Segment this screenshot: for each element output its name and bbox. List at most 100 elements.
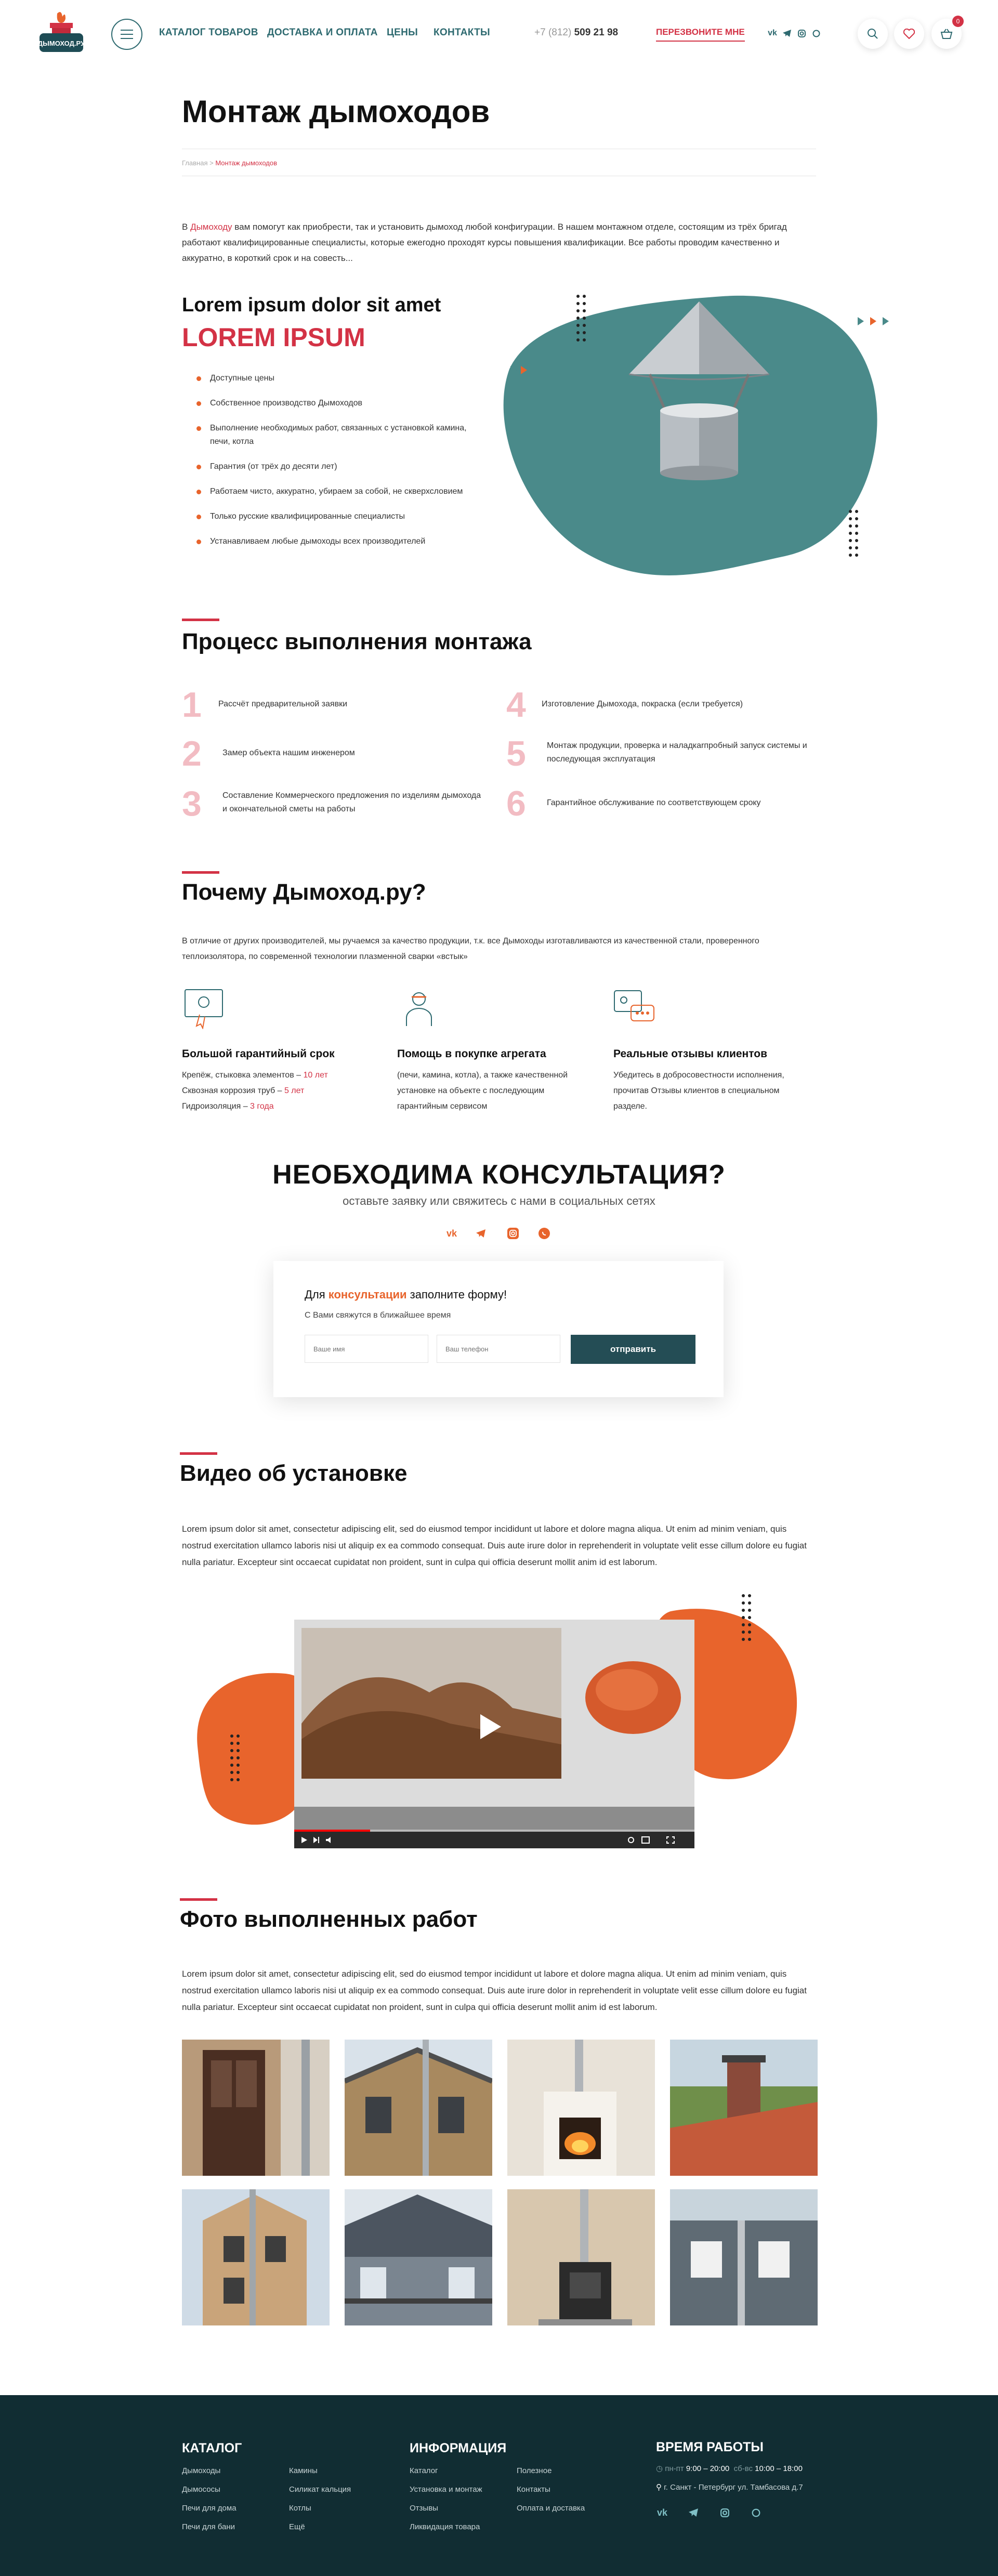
fullscreen-icon[interactable] xyxy=(666,1836,675,1844)
consult-title: НЕОБХОДИМА КОНСУЛЬТАЦИЯ? xyxy=(272,1160,726,1190)
feature-line: Крепёж, стыковка элементов – 10 лет xyxy=(182,1071,328,1080)
form-heading: Для консультации заполните форму! xyxy=(305,1288,507,1301)
footer-link[interactable]: Силикат кальция xyxy=(289,2480,351,2499)
phone-input[interactable] xyxy=(437,1335,560,1363)
hero-bullet-item: Работаем чисто, аккуратно, убираем за со… xyxy=(196,485,488,498)
video-player[interactable] xyxy=(294,1620,694,1848)
nav-delivery[interactable]: ДОСТАВКА И ОПЛАТА xyxy=(267,27,378,38)
footer-catalog-col2: Камины Силикат кальция Котлы Ещё xyxy=(289,2462,351,2536)
video-text: Lorem ipsum dolor sit amet, consectetur … xyxy=(182,1524,807,1567)
step-text: Составление Коммерческого предложения по… xyxy=(222,791,481,813)
vk-icon[interactable]: vk xyxy=(446,1228,457,1239)
gallery-photo[interactable] xyxy=(182,2040,330,2176)
hero-bullet-item: Устанавливаем любые дымоходы всех произв… xyxy=(196,535,488,548)
gallery-photo[interactable] xyxy=(507,2189,655,2325)
breadcrumb-current: Монтаж дымоходов xyxy=(215,159,278,167)
feature-title: Помощь в покупке агрегата xyxy=(397,1048,546,1060)
miniplayer-icon[interactable] xyxy=(641,1836,650,1844)
footer-link[interactable]: Котлы xyxy=(289,2499,351,2518)
whatsapp-icon[interactable] xyxy=(811,28,821,38)
footer-link[interactable]: Установка и монтаж xyxy=(410,2480,482,2499)
settings-icon[interactable] xyxy=(627,1836,635,1844)
hero-illustration xyxy=(503,295,889,575)
footer-link[interactable]: Печи для бани xyxy=(182,2518,237,2536)
section-accent-bar xyxy=(182,619,219,621)
whatsapp-icon[interactable] xyxy=(750,2506,762,2519)
telegram-icon[interactable] xyxy=(475,1228,487,1239)
footer-link[interactable]: Ещё xyxy=(289,2518,351,2536)
footer-link[interactable]: Камины xyxy=(289,2462,351,2480)
favorites-button[interactable] xyxy=(894,19,924,49)
feature-title: Реальные отзывы клиентов xyxy=(613,1048,767,1060)
footer-link[interactable]: Ликвидация товара xyxy=(410,2518,482,2536)
step-number: 4 xyxy=(506,685,526,725)
hero-title: Lorem ipsum dolor sit amet xyxy=(182,294,441,316)
next-icon[interactable] xyxy=(313,1836,320,1844)
step-number: 1 xyxy=(182,685,202,725)
photos-title: Фото выполненных работ xyxy=(180,1907,478,1932)
search-icon xyxy=(868,29,878,39)
footer-link[interactable]: Оплата и доставка xyxy=(517,2499,585,2518)
footer-link[interactable]: Контакты xyxy=(517,2480,585,2499)
name-input[interactable] xyxy=(305,1335,428,1363)
footer-link[interactable]: Дымососы xyxy=(182,2480,237,2499)
feature-body: Крепёж, стыковка элементов – 10 лет Скво… xyxy=(182,1068,379,1114)
search-button[interactable] xyxy=(858,19,888,49)
whatsapp-icon[interactable] xyxy=(539,1228,550,1239)
volume-icon[interactable] xyxy=(325,1836,334,1844)
gallery-photo[interactable] xyxy=(507,2040,655,2176)
telegram-icon[interactable] xyxy=(782,28,792,38)
footer-link[interactable]: Печи для дома xyxy=(182,2499,237,2518)
play-icon[interactable] xyxy=(473,1711,504,1742)
instagram-icon[interactable] xyxy=(718,2506,731,2519)
nav-prices[interactable]: ЦЕНЫ xyxy=(387,27,418,38)
location-icon: ⚲ xyxy=(656,2483,664,2492)
step-text: Изготовление Дымохода, покраска (если тр… xyxy=(542,700,743,708)
nav-catalog[interactable]: КАТАЛОГ ТОВАРОВ xyxy=(159,27,258,38)
step-text: Замер объекта нашим инженером xyxy=(222,748,355,757)
step-text: Рассчёт предварительной заявки xyxy=(218,700,348,708)
play-small-icon[interactable] xyxy=(300,1836,308,1844)
step-number: 2 xyxy=(182,734,202,773)
breadcrumb: Главная > Монтаж дымоходов xyxy=(182,159,277,167)
footer-link[interactable]: Дымоходы xyxy=(182,2462,237,2480)
site-logo[interactable]: ДЫМОХОД.РУ xyxy=(34,9,88,61)
page-title: Монтаж дымоходов xyxy=(182,94,490,129)
hero-bullet-item: Только русские квалифицированные специал… xyxy=(196,510,488,523)
hero-bullet-item: Выполнение необходимых работ, связанных … xyxy=(196,422,488,449)
process-title: Процесс выполнения монтажа xyxy=(182,629,532,654)
footer-link[interactable]: Полезное xyxy=(517,2462,585,2480)
instagram-icon[interactable] xyxy=(796,28,807,38)
gallery-photo[interactable] xyxy=(182,2189,330,2325)
gallery-photo[interactable] xyxy=(345,2040,492,2176)
nav-contacts[interactable]: КОНТАКТЫ xyxy=(434,27,490,38)
instagram-icon[interactable] xyxy=(507,1228,519,1239)
feature-line: Сквозная коррозия труб – 5 лет xyxy=(182,1086,305,1095)
intro-link[interactable]: Дымоходу xyxy=(190,222,232,232)
site-footer: КАТАЛОГ Дымоходы Дымососы Печи для дома Печ… xyxy=(0,2395,998,2576)
engineer-icon xyxy=(406,992,432,1026)
reviews-icon xyxy=(614,990,654,1021)
breadcrumb-home[interactable]: Главная xyxy=(182,159,207,167)
callback-link[interactable]: ПЕРЕЗВОНИТЕ МНЕ xyxy=(656,27,745,42)
form-subheading: С Вами свяжутся в ближайшее время xyxy=(305,1311,451,1320)
cart-button[interactable]: 0 xyxy=(931,16,964,49)
vk-icon[interactable]: vk xyxy=(767,28,778,38)
footer-link[interactable]: Каталог xyxy=(410,2462,482,2480)
consult-form: Для консультации заполните форму! С Вами… xyxy=(273,1261,724,1397)
header-phone[interactable]: +7 (812) 509 21 98 xyxy=(534,27,618,38)
menu-button[interactable] xyxy=(111,19,142,50)
gallery-photo[interactable] xyxy=(345,2189,492,2325)
vk-icon[interactable]: vk xyxy=(656,2506,668,2519)
footer-info-title: ИНФОРМАЦИЯ xyxy=(410,2441,507,2455)
gallery-photo[interactable] xyxy=(670,2189,818,2325)
heart-icon xyxy=(903,29,915,39)
submit-button[interactable]: отправить xyxy=(571,1335,695,1364)
hero-bullet-item: Доступные цены xyxy=(196,372,488,385)
certificate-icon xyxy=(185,989,223,1029)
phone-number: 509 21 98 xyxy=(574,27,619,38)
telegram-icon[interactable] xyxy=(687,2506,700,2519)
footer-link[interactable]: Отзывы xyxy=(410,2499,482,2518)
why-text: В отличие от других производителей, мы р… xyxy=(182,937,759,961)
gallery-photo[interactable] xyxy=(670,2040,818,2176)
